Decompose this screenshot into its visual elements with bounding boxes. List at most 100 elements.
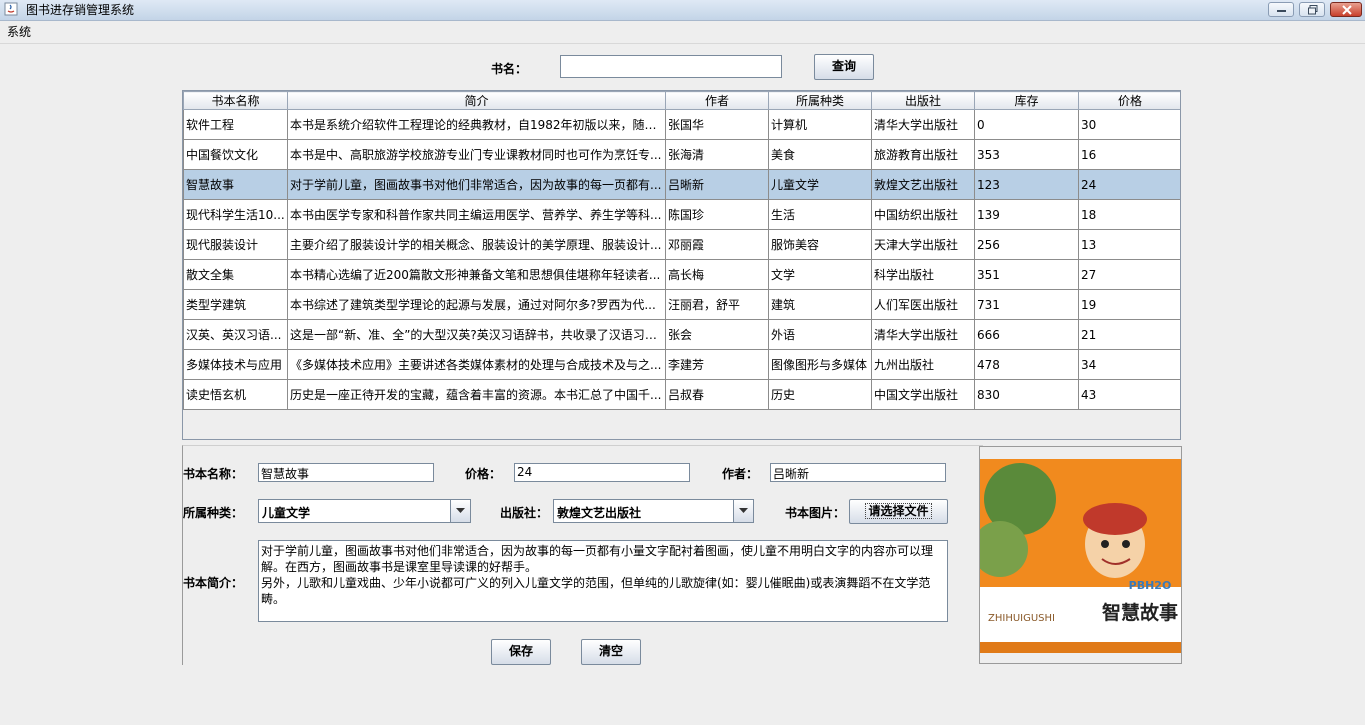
clear-button[interactable]: 清空	[581, 639, 641, 665]
price-field[interactable]: 24	[514, 463, 690, 482]
table-cell[interactable]: 中国纺织出版社	[871, 199, 975, 230]
table-cell[interactable]: 本书是系统介绍软件工程理论的经典教材，自1982年初版以来，随着...	[287, 109, 666, 140]
column-header[interactable]: 书本名称	[183, 91, 288, 110]
table-row[interactable]: 中国餐饮文化 本书是中、高职旅游学校旅游专业门专业课教材同时也可作为烹饪专... 张…	[183, 139, 1180, 170]
table-cell[interactable]: 儿童文学	[768, 169, 872, 200]
publisher-dropdown-button[interactable]	[733, 500, 753, 522]
table-cell[interactable]: 21	[1078, 319, 1180, 350]
table-cell[interactable]: 830	[974, 379, 1079, 410]
table-cell[interactable]: 本书综述了建筑类型学理论的起源与发展，通过对阿尔多?罗西为代...	[287, 289, 666, 320]
table-row[interactable]: 软件工程 本书是系统介绍软件工程理论的经典教材，自1982年初版以来，随着... 张…	[183, 109, 1180, 140]
table-cell[interactable]: 历史是一座正待开发的宝藏，蕴含着丰富的资源。本书汇总了中国千...	[287, 379, 666, 410]
table-cell[interactable]: 科学出版社	[871, 259, 975, 290]
table-cell[interactable]: 现代科学生活10...	[183, 199, 288, 230]
table-cell[interactable]: 智慧故事	[183, 169, 288, 200]
table-cell[interactable]: 19	[1078, 289, 1180, 320]
menu-system[interactable]: 系统	[7, 24, 31, 40]
book-table-scrollpane[interactable]: 书本名称 简介 作者 所属种类 出版社 库存 价格 软件工程 本书是系统介绍软件工…	[182, 90, 1181, 440]
table-cell[interactable]: 旅游教育出版社	[871, 139, 975, 170]
table-cell[interactable]: 文学	[768, 259, 872, 290]
table-cell[interactable]: 张海清	[665, 139, 769, 170]
table-cell[interactable]: 服饰美容	[768, 229, 872, 260]
author-field[interactable]: 吕晰新	[770, 463, 946, 482]
table-cell[interactable]: 0	[974, 109, 1079, 140]
table-cell[interactable]: 天津大学出版社	[871, 229, 975, 260]
table-cell[interactable]: 汪丽君，舒平	[665, 289, 769, 320]
table-cell[interactable]: 353	[974, 139, 1079, 170]
table-cell[interactable]: 13	[1078, 229, 1180, 260]
query-button[interactable]: 查询	[814, 54, 874, 80]
save-button[interactable]: 保存	[491, 639, 551, 665]
category-select[interactable]: 儿童文学	[258, 499, 471, 523]
name-field[interactable]: 智慧故事	[258, 463, 434, 482]
column-header[interactable]: 出版社	[871, 91, 975, 110]
table-cell[interactable]: 34	[1078, 349, 1180, 380]
table-cell[interactable]: 汉英、英汉习语...	[183, 319, 288, 350]
table-cell[interactable]: 张会	[665, 319, 769, 350]
table-cell[interactable]: 李建芳	[665, 349, 769, 380]
table-cell[interactable]: 美食	[768, 139, 872, 170]
table-cell[interactable]: 敦煌文艺出版社	[871, 169, 975, 200]
column-header[interactable]: 价格	[1078, 91, 1180, 110]
table-row[interactable]: 汉英、英汉习语... 这是一部“新、准、全”的大型汉英?英汉习语辞书，共收录了汉语…	[183, 319, 1180, 350]
table-cell[interactable]: 主要介绍了服装设计学的相关概念、服装设计的美学原理、服装设计...	[287, 229, 666, 260]
table-cell[interactable]: 吕晰新	[665, 169, 769, 200]
table-cell[interactable]: 666	[974, 319, 1079, 350]
table-cell[interactable]: 16	[1078, 139, 1180, 170]
table-cell[interactable]: 九州出版社	[871, 349, 975, 380]
table-cell[interactable]: 张国华	[665, 109, 769, 140]
column-header[interactable]: 简介	[287, 91, 666, 110]
table-cell[interactable]: 731	[974, 289, 1079, 320]
table-cell[interactable]: 139	[974, 199, 1079, 230]
table-cell[interactable]: 本书精心选编了近200篇散文形神兼备文笔和思想俱佳堪称年轻读者...	[287, 259, 666, 290]
table-cell[interactable]: 邓丽霞	[665, 229, 769, 260]
table-cell[interactable]: 24	[1078, 169, 1180, 200]
table-cell[interactable]: 散文全集	[183, 259, 288, 290]
table-row[interactable]: 智慧故事 对于学前儿童，图画故事书对他们非常适合，因为故事的每一页都有... 吕晰新…	[183, 169, 1180, 200]
table-cell[interactable]: 30	[1078, 109, 1180, 140]
table-cell[interactable]: 吕叔春	[665, 379, 769, 410]
column-header[interactable]: 库存	[974, 91, 1079, 110]
summary-textarea[interactable]: 对于学前儿童，图画故事书对他们非常适合，因为故事的每一页都有小量文字配衬着图画，…	[258, 540, 948, 622]
table-cell[interactable]: 本书是中、高职旅游学校旅游专业门专业课教材同时也可作为烹饪专...	[287, 139, 666, 170]
book-table[interactable]: 书本名称 简介 作者 所属种类 出版社 库存 价格 软件工程 本书是系统介绍软件工…	[183, 91, 1180, 410]
search-input[interactable]	[560, 55, 782, 78]
table-cell[interactable]: 外语	[768, 319, 872, 350]
table-cell[interactable]: 对于学前儿童，图画故事书对他们非常适合，因为故事的每一页都有...	[287, 169, 666, 200]
table-cell[interactable]: 351	[974, 259, 1079, 290]
table-cell[interactable]: 高长梅	[665, 259, 769, 290]
table-row[interactable]: 散文全集 本书精心选编了近200篇散文形神兼备文笔和思想俱佳堪称年轻读者... 高长…	[183, 259, 1180, 290]
table-row[interactable]: 读史悟玄机 历史是一座正待开发的宝藏，蕴含着丰富的资源。本书汇总了中国千... 吕叔…	[183, 379, 1180, 410]
table-row[interactable]: 现代服装设计 主要介绍了服装设计学的相关概念、服装设计的美学原理、服装设计... 邓…	[183, 229, 1180, 260]
table-cell[interactable]: 建筑	[768, 289, 872, 320]
publisher-select[interactable]: 敦煌文艺出版社	[553, 499, 754, 523]
table-cell[interactable]: 多媒体技术与应用	[183, 349, 288, 380]
table-cell[interactable]: 人们军医出版社	[871, 289, 975, 320]
table-cell[interactable]: 本书由医学专家和科普作家共同主编运用医学、营养学、养生学等科...	[287, 199, 666, 230]
table-cell[interactable]: 清华大学出版社	[871, 109, 975, 140]
table-cell[interactable]: 现代服装设计	[183, 229, 288, 260]
table-cell[interactable]: 软件工程	[183, 109, 288, 140]
table-cell[interactable]: 中国文学出版社	[871, 379, 975, 410]
table-cell[interactable]: 18	[1078, 199, 1180, 230]
column-header[interactable]: 作者	[665, 91, 769, 110]
column-header[interactable]: 所属种类	[768, 91, 872, 110]
table-cell[interactable]: 中国餐饮文化	[183, 139, 288, 170]
minimize-button[interactable]	[1268, 2, 1294, 17]
table-row[interactable]: 多媒体技术与应用 《多媒体技术应用》主要讲述各类媒体素材的处理与合成技术及与之..…	[183, 349, 1180, 380]
table-cell[interactable]: 《多媒体技术应用》主要讲述各类媒体素材的处理与合成技术及与之...	[287, 349, 666, 380]
choose-file-button[interactable]: 请选择文件	[849, 499, 948, 524]
table-cell[interactable]: 读史悟玄机	[183, 379, 288, 410]
table-cell[interactable]: 123	[974, 169, 1079, 200]
table-cell[interactable]: 生活	[768, 199, 872, 230]
maximize-button[interactable]	[1299, 2, 1325, 17]
table-cell[interactable]: 图像图形与多媒体	[768, 349, 872, 380]
table-cell[interactable]: 清华大学出版社	[871, 319, 975, 350]
table-cell[interactable]: 256	[974, 229, 1079, 260]
table-cell[interactable]: 类型学建筑	[183, 289, 288, 320]
table-cell[interactable]: 43	[1078, 379, 1180, 410]
table-cell[interactable]: 27	[1078, 259, 1180, 290]
table-cell[interactable]: 478	[974, 349, 1079, 380]
table-row[interactable]: 类型学建筑 本书综述了建筑类型学理论的起源与发展，通过对阿尔多?罗西为代... 汪丽…	[183, 289, 1180, 320]
table-cell[interactable]: 历史	[768, 379, 872, 410]
